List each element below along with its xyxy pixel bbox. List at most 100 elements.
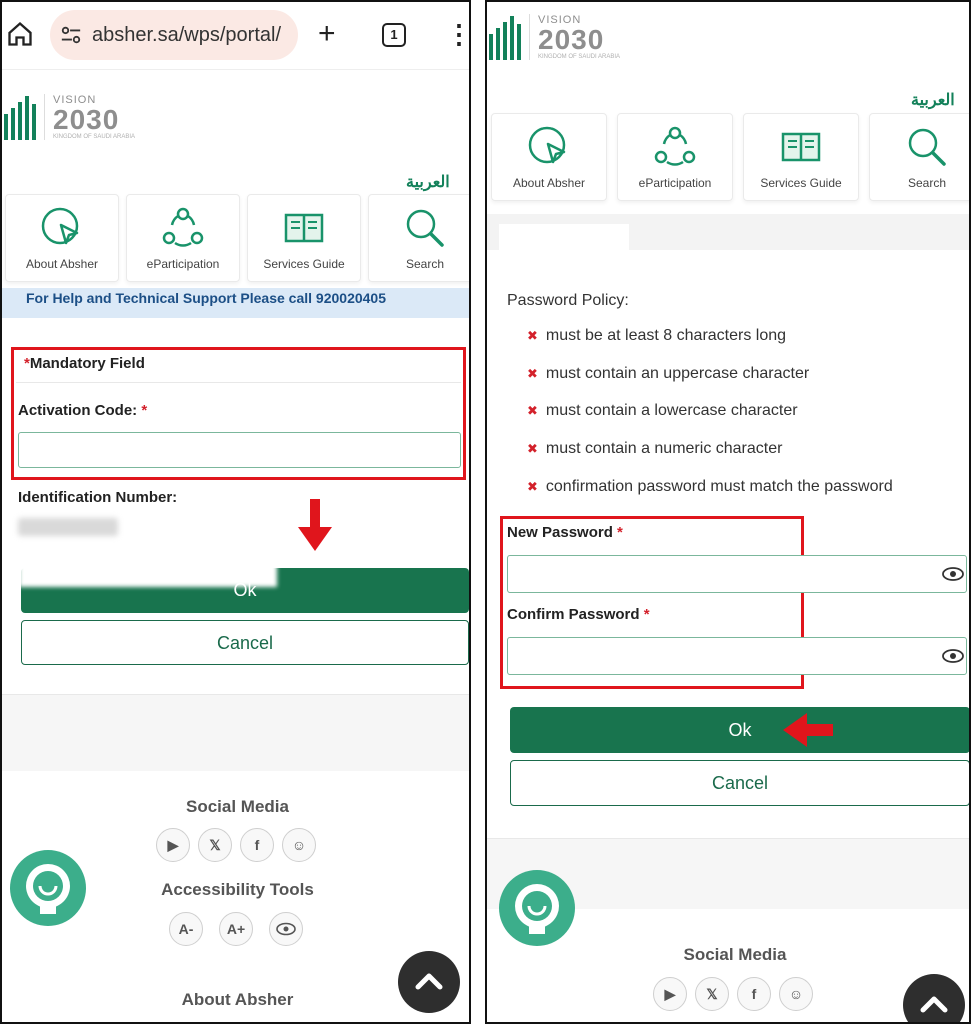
search-icon [908,128,946,166]
snapchat-icon[interactable]: ☺ [779,977,813,1011]
activation-code-label: Activation Code: * [18,402,148,419]
redacted-id-value [18,518,118,536]
language-switch-link[interactable]: العربية [406,172,450,192]
nav-eparticipation[interactable]: eParticipation [126,194,240,282]
vision-year: 2030 [538,24,605,55]
nav-label: About Absher [25,257,99,271]
divider [16,382,461,383]
browser-toolbar: absher.sa/wps/portal/ + 1 ⋮ [2,2,469,70]
book-icon [781,132,821,162]
tab-count-icon[interactable]: 1 [382,23,406,47]
nav-eparticipation[interactable]: eParticipation [617,113,733,201]
cross-icon: ✖ [527,403,538,418]
mandatory-field-note: *Mandatory Field [24,355,145,372]
vision-2030-logo: VISION 2030 KINGDOM OF SAUDI ARABIA [489,14,620,60]
address-bar[interactable]: absher.sa/wps/portal/ [50,10,298,60]
redaction-overlay [19,555,277,587]
vision-2030-logo: VISION 2030 KINGDOM OF SAUDI ARABIA [4,94,135,140]
cross-icon: ✖ [527,366,538,381]
url-text: absher.sa/wps/portal/ [92,24,281,46]
accessibility-tools: A- A+ [169,912,303,946]
policy-item: ✖ must contain a lowercase character [527,402,798,419]
search-icon [406,209,444,247]
confirm-password-input[interactable] [507,637,967,675]
confirm-password-label: Confirm Password * [507,606,650,623]
vision-subtitle: KINGDOM OF SAUDI ARABIA [538,54,621,60]
vision-subtitle: KINGDOM OF SAUDI ARABIA [53,134,136,140]
policy-item: ✖ confirmation password must match the pa… [527,478,893,495]
chevron-up-icon [415,973,443,990]
eparticipation-icon [162,207,204,247]
social-media-title: Social Media [186,797,289,816]
nav-about-absher[interactable]: About Absher [491,113,607,201]
show-password-eye-icon[interactable] [942,648,964,664]
youtube-icon[interactable]: ▶ [156,828,190,862]
eye-contrast-icon[interactable] [269,912,303,946]
nav-label: Services Guide [263,257,345,271]
facebook-icon[interactable]: f [737,977,771,1011]
activation-code-input[interactable] [18,432,461,468]
new-password-label: New Password * [507,524,623,541]
nav-label: eParticipation [638,176,712,190]
nav-label: eParticipation [146,257,220,271]
down-arrow-annotation [298,499,332,551]
nav-label: Search [907,176,947,190]
cross-icon: ✖ [527,479,538,494]
about-icon [41,207,79,245]
facebook-icon[interactable]: f [240,828,274,862]
home-icon[interactable] [6,20,34,48]
chat-assistant-button[interactable] [499,870,575,946]
chevron-up-icon [920,996,948,1013]
social-links: ▶ 𝕏 f ☺ [156,828,316,862]
cancel-button[interactable]: Cancel [21,620,469,665]
x-twitter-icon[interactable]: 𝕏 [695,977,729,1011]
cancel-button[interactable]: Cancel [510,760,969,806]
scroll-top-button[interactable] [903,974,965,1022]
nav-search[interactable]: Search [869,113,969,201]
left-arrow-annotation [783,713,833,747]
nav-search[interactable]: Search [368,194,469,282]
nav-services-guide[interactable]: Services Guide [247,194,361,282]
absher-logo-icon [489,14,521,60]
youtube-icon[interactable]: ▶ [653,977,687,1011]
left-screenshot-panel: absher.sa/wps/portal/ + 1 ⋮ VISION 2030 … [0,0,471,1024]
chat-bot-icon [515,884,559,934]
scroll-top-button[interactable] [398,951,460,1013]
accessibility-tools-title: Accessibility Tools [161,880,314,899]
social-links: ▶ 𝕏 f ☺ [653,977,813,1011]
language-switch-link[interactable]: العربية [911,90,955,110]
nav-label: Search [405,257,445,271]
cross-icon: ✖ [527,441,538,456]
about-icon [528,126,566,164]
snapchat-icon[interactable]: ☺ [282,828,316,862]
redaction-overlay [499,224,629,250]
nav-label: Services Guide [760,176,842,190]
cross-icon: ✖ [527,328,538,343]
help-support-banner: For Help and Technical Support Please ca… [2,288,469,318]
increase-font-button[interactable]: A+ [219,912,253,946]
vision-year: 2030 [53,104,120,135]
nav-label: About Absher [512,176,586,190]
x-twitter-icon[interactable]: 𝕏 [198,828,232,862]
nav-services-guide[interactable]: Services Guide [743,113,859,201]
absher-logo-icon [4,94,36,140]
footer-spacer [2,695,469,771]
site-settings-icon[interactable] [60,24,82,46]
policy-item: ✖ must contain an uppercase character [527,365,810,382]
eparticipation-icon [654,126,696,166]
ok-button[interactable]: Ok [510,707,969,753]
more-menu-icon[interactable]: ⋮ [446,20,469,50]
new-password-input[interactable] [507,555,967,593]
show-password-eye-icon[interactable] [942,566,964,582]
right-screenshot-panel: VISION 2030 KINGDOM OF SAUDI ARABIA العر… [485,0,971,1024]
policy-item: ✖ must be at least 8 characters long [527,327,787,344]
main-nav: About Absher eParticipation Services Gui… [491,113,969,201]
social-media-title: Social Media [683,945,787,964]
main-nav: About Absher eParticipation Services Gui… [5,194,469,282]
policy-item: ✖ must contain a numeric character [527,440,783,457]
new-tab-icon[interactable]: + [318,19,336,49]
decrease-font-button[interactable]: A- [169,912,203,946]
identification-number-label: Identification Number: [18,489,178,506]
nav-about-absher[interactable]: About Absher [5,194,119,282]
password-policy-title: Password Policy: [507,292,629,309]
